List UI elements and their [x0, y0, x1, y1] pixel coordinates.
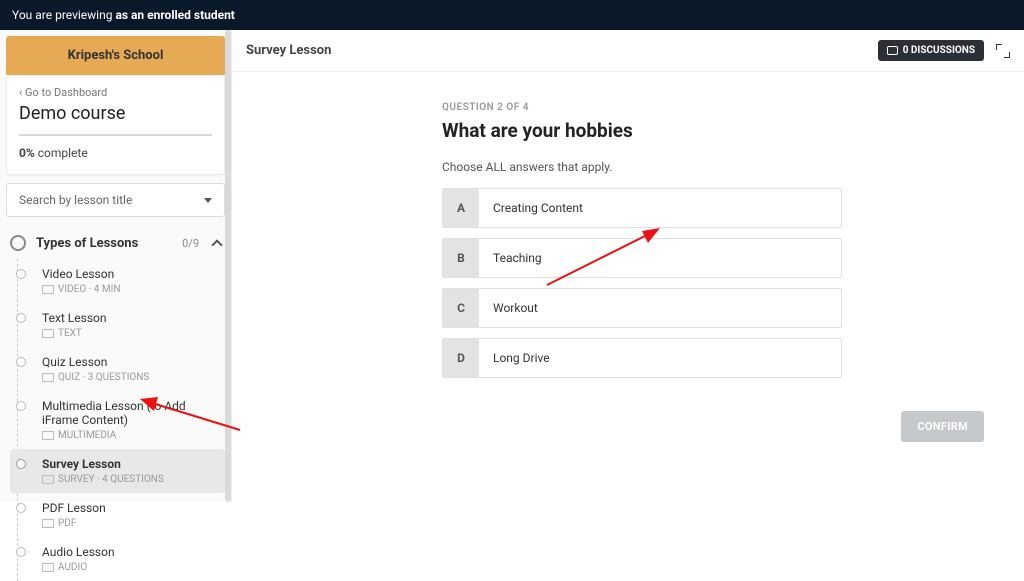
options-list: A Creating Content B Teaching C Workout … [442, 188, 842, 378]
progress-suffix: complete [35, 146, 88, 160]
caret-down-icon [204, 198, 212, 203]
lesson-name: Multimedia Lesson (to Add iFrame Content… [42, 399, 219, 427]
section-count: 0/9 [182, 237, 199, 250]
lesson-meta: PDF [42, 518, 219, 529]
option-label: Creating Content [479, 189, 841, 227]
lesson-header: Survey Lesson 0 DISCUSSIONS [232, 30, 1024, 72]
option-label: Long Drive [479, 339, 841, 377]
sidebar: Kripesh's School ‹ Go to Dashboard Demo … [0, 30, 232, 502]
main-content: Survey Lesson 0 DISCUSSIONS QUESTION 2 O… [232, 30, 1024, 502]
lesson-name: Quiz Lesson [42, 355, 219, 369]
question-overline: QUESTION 2 OF 4 [442, 102, 984, 113]
chevron-up-icon [211, 239, 222, 250]
option-label: Teaching [479, 239, 841, 277]
lesson-header-title: Survey Lesson [246, 43, 331, 58]
lesson-meta: TEXT [42, 328, 219, 339]
lesson-name: Text Lesson [42, 311, 219, 325]
sidebar-scrollbar[interactable] [225, 30, 231, 502]
lesson-name: Video Lesson [42, 267, 219, 281]
quiz-icon [42, 373, 54, 382]
question-panel: QUESTION 2 OF 4 What are your hobbies Ch… [232, 72, 1024, 398]
back-label: Go to Dashboard [25, 86, 107, 99]
progress-text: 0% complete [19, 146, 212, 160]
video-icon [42, 285, 54, 294]
progress-percent: 0% [19, 146, 35, 160]
option-d[interactable]: D Long Drive [442, 338, 842, 378]
lesson-item-survey[interactable]: Survey Lesson SURVEY · 4 QUESTIONS [10, 449, 225, 493]
lesson-name: PDF Lesson [42, 501, 219, 515]
lesson-item-pdf[interactable]: PDF Lesson PDF [10, 493, 225, 537]
lesson-item-audio[interactable]: Audio Lesson AUDIO [10, 537, 225, 581]
pdf-icon [42, 519, 54, 528]
back-to-dashboard-link[interactable]: ‹ Go to Dashboard [19, 86, 212, 99]
status-dot-icon [16, 547, 26, 557]
option-letter: B [443, 239, 479, 277]
section-progress-icon [10, 235, 26, 251]
progress-bar [19, 134, 212, 136]
option-letter: C [443, 289, 479, 327]
survey-icon [42, 475, 54, 484]
lesson-name: Survey Lesson [42, 457, 219, 471]
search-lessons-dropdown[interactable]: Search by lesson title [6, 183, 225, 217]
lesson-name: Audio Lesson [42, 545, 219, 559]
text-icon [42, 329, 54, 338]
lesson-meta: AUDIO [42, 562, 219, 573]
option-letter: D [443, 339, 479, 377]
section-header[interactable]: Types of Lessons 0/9 [6, 227, 225, 259]
preview-prefix: You are previewing [12, 8, 115, 22]
status-dot-icon [16, 269, 26, 279]
discussions-label: 0 DISCUSSIONS [903, 45, 975, 56]
search-placeholder: Search by lesson title [19, 193, 132, 207]
lesson-item-quiz[interactable]: Quiz Lesson QUIZ · 3 QUESTIONS [10, 347, 225, 391]
preview-role: as an enrolled student [115, 8, 234, 22]
lesson-list: Video Lesson VIDEO · 4 MIN Text Lesson T… [6, 259, 225, 581]
fullscreen-icon[interactable] [996, 44, 1010, 58]
course-title: Demo course [19, 103, 212, 124]
lesson-meta: SURVEY · 4 QUESTIONS [42, 474, 219, 485]
course-card: ‹ Go to Dashboard Demo course 0% complet… [6, 75, 225, 175]
discussions-button[interactable]: 0 DISCUSSIONS [878, 40, 984, 61]
lesson-meta: QUIZ · 3 QUESTIONS [42, 372, 219, 383]
preview-banner: You are previewing as an enrolled studen… [0, 0, 1024, 30]
question-instruction: Choose ALL answers that apply. [442, 160, 984, 174]
lesson-meta: MULTIMEDIA [42, 430, 219, 441]
chat-icon [887, 46, 898, 55]
confirm-button[interactable]: CONFIRM [901, 411, 984, 442]
section-title: Types of Lessons [36, 236, 172, 251]
school-banner[interactable]: Kripesh's School [6, 36, 225, 75]
status-dot-icon [16, 401, 26, 411]
option-label: Workout [479, 289, 841, 327]
lesson-meta: VIDEO · 4 MIN [42, 284, 219, 295]
multimedia-icon [42, 431, 54, 440]
option-b[interactable]: B Teaching [442, 238, 842, 278]
lesson-item-multimedia[interactable]: Multimedia Lesson (to Add iFrame Content… [10, 391, 225, 449]
option-c[interactable]: C Workout [442, 288, 842, 328]
status-dot-icon [16, 357, 26, 367]
status-dot-icon [16, 503, 26, 513]
lesson-item-video[interactable]: Video Lesson VIDEO · 4 MIN [10, 259, 225, 303]
option-a[interactable]: A Creating Content [442, 188, 842, 228]
question-title: What are your hobbies [442, 119, 984, 142]
lesson-item-text[interactable]: Text Lesson TEXT [10, 303, 225, 347]
status-dot-icon [16, 313, 26, 323]
option-letter: A [443, 189, 479, 227]
audio-icon [42, 563, 54, 572]
status-dot-icon [16, 459, 26, 469]
